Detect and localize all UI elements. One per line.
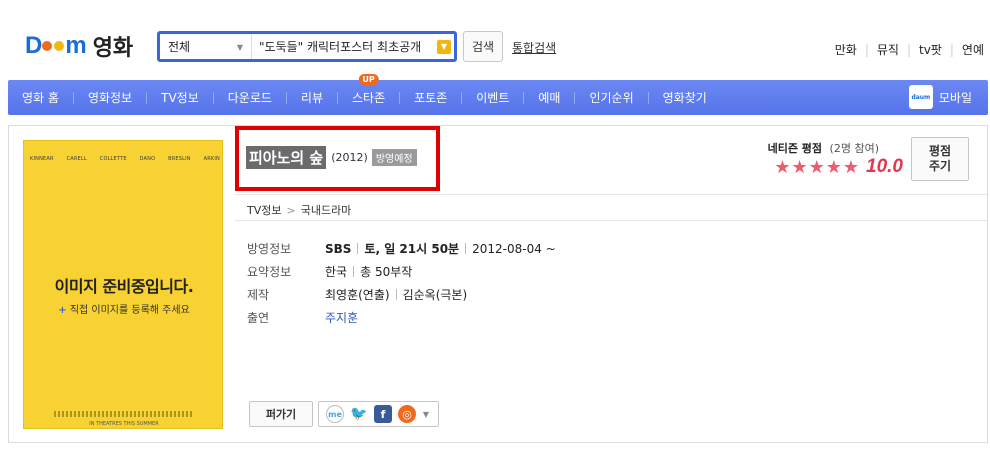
header-link-music[interactable]: 뮤직 (877, 41, 899, 58)
poster-name: KINNEAR (30, 156, 54, 162)
nav-item-movie-info[interactable]: 영화정보 (74, 80, 146, 115)
share-icons-group: me 🐦 f ◎ ▼ (318, 401, 439, 427)
nav-item-event[interactable]: 이벤트 (462, 80, 523, 115)
summary-country: 한국 (325, 265, 348, 279)
header: D m 영화 전체 ▼ ▼ 검색 통합검색 만화 | 뮤직 | tv팟 | 연예 (0, 0, 990, 80)
logo-text: 영화 (92, 36, 134, 61)
search-input[interactable] (252, 34, 437, 59)
search-scope-value: 전체 (168, 40, 191, 54)
up-badge: UP (358, 74, 379, 85)
rating-stars: ★ ★ ★ ★ ★ 10.0 (774, 156, 903, 178)
nav-item-popular-ranking[interactable]: 인기순위 (575, 80, 647, 115)
poster-image[interactable]: KINNEAR CARELL COLLETTE DANO BRESLIN ARK… (23, 140, 223, 429)
share-row: 퍼가기 me 🐦 f ◎ ▼ (249, 401, 439, 427)
nav-item-photozone[interactable]: 포토존 (400, 80, 461, 115)
poster-name: CARELL (66, 156, 87, 162)
info-row-broadcast: 방영정보 SBS 토, 일 21시 50분 2012-08-04 ~ (247, 241, 556, 257)
poster-tagline: IN THEATRES THIS SUMMER (89, 421, 159, 427)
header-service-links: 만화 | 뮤직 | tv팟 | 연예 (834, 41, 984, 58)
chevron-right-icon: > (286, 203, 296, 217)
movie-detail-panel: KINNEAR CARELL COLLETTE DANO BRESLIN ARK… (8, 125, 988, 443)
twitter-icon[interactable]: 🐦 (350, 405, 368, 423)
nav-item-movie-home[interactable]: 영화 홈 (8, 80, 73, 115)
daum-movie-logo[interactable]: D m 영화 (25, 30, 133, 62)
mobile-icon: daum (908, 85, 933, 109)
star-icon: ★ (808, 156, 825, 178)
nav-item-find-movie[interactable]: 영화찾기 (649, 80, 721, 115)
production-director[interactable]: 최영훈(연출) (325, 286, 390, 303)
broadcast-date: 2012-08-04 ~ (472, 241, 556, 256)
poster-cast-names: KINNEAR CARELL COLLETTE DANO BRESLIN ARK… (30, 156, 220, 162)
poster-name: DANO (139, 156, 156, 162)
title-highlight-box (235, 126, 440, 191)
nav-item-reservation[interactable]: 예매 (524, 80, 574, 115)
nav-item-starzone-label: 스타존 (352, 91, 386, 105)
poster-placeholder-subtitle: + 직접 이미지를 등록해 주세요 (58, 305, 190, 316)
star-icon: ★ (791, 156, 808, 178)
cast-link[interactable]: 주지훈 (325, 309, 358, 326)
poster-placeholder-title: 이미지 준비중입니다. (54, 277, 194, 296)
rating-label-row: 네티즌 평점 (2명 참여) (768, 140, 879, 156)
main-nav: 영화 홈 영화정보 TV정보 다운로드 리뷰 UP 스타존 포토존 이벤트 예매… (8, 74, 988, 115)
divider (235, 220, 987, 221)
star-icon: ★ (842, 156, 860, 178)
breadcrumb: TV정보 > 국내드라마 (247, 202, 351, 218)
chevron-down-icon[interactable]: ▼ (421, 405, 431, 423)
header-link-entertainment[interactable]: 연예 (962, 41, 984, 58)
info-row-summary: 요약정보 한국 총 50부작 (247, 265, 413, 279)
me2day-icon[interactable]: me (326, 405, 344, 423)
info-row-production: 제작 최영훈(연출) 김순옥(극본) (247, 286, 468, 303)
divider (235, 194, 987, 195)
poster-name: BRESLIN (168, 156, 191, 162)
facebook-icon[interactable]: f (374, 405, 392, 423)
poster-name: COLLETTE (99, 156, 127, 162)
chevron-down-icon: ▼ (236, 43, 243, 52)
search-suggest-toggle-icon[interactable]: ▼ (437, 39, 451, 54)
breadcrumb-item-tv-info[interactable]: TV정보 (247, 202, 281, 218)
plus-icon: + (58, 305, 67, 316)
info-row-cast: 출연 주지훈 (247, 309, 359, 326)
header-link-tvpot[interactable]: tv팟 (919, 41, 942, 58)
share-copy-button[interactable]: 퍼가기 (249, 401, 313, 427)
star-icon: ★ (825, 156, 842, 178)
poster-name: ARKIN (203, 156, 220, 162)
nav-mobile-link[interactable]: daum 모바일 (908, 85, 972, 109)
header-link-comic[interactable]: 만화 (835, 41, 857, 58)
nav-item-download[interactable]: 다운로드 (214, 80, 286, 115)
search-box: 전체 ▼ ▼ (157, 31, 457, 62)
nav-item-review[interactable]: 리뷰 (287, 80, 337, 115)
total-search-link[interactable]: 통합검색 (512, 39, 556, 56)
breadcrumb-item-korean-drama[interactable]: 국내드라마 (301, 202, 352, 218)
search-button[interactable]: 검색 (463, 31, 503, 62)
broadcast-channel: SBS (325, 241, 352, 256)
broadcast-time: 토, 일 21시 50분 (364, 242, 460, 256)
rating-score: 10.0 (866, 156, 903, 177)
search-scope-select[interactable]: 전체 ▼ (160, 34, 252, 59)
star-icon: ★ (774, 156, 791, 178)
rating-count: (2명 참여) (829, 142, 879, 155)
summary-episodes: 총 50부작 (360, 265, 413, 279)
rating-label: 네티즌 평점 (767, 142, 823, 155)
yozm-icon[interactable]: ◎ (398, 405, 416, 423)
poster-credit-block (54, 411, 194, 417)
nav-item-starzone[interactable]: UP 스타존 (338, 74, 399, 115)
production-writer[interactable]: 김순옥(극본) (403, 286, 468, 303)
info-table: 방영정보 SBS 토, 일 21시 50분 2012-08-04 ~ 요약정보 … (247, 237, 556, 329)
nav-item-tv-info[interactable]: TV정보 (147, 80, 213, 115)
nav-mobile-label: 모바일 (938, 90, 972, 105)
rate-button[interactable]: 평점 주기 (911, 137, 969, 181)
